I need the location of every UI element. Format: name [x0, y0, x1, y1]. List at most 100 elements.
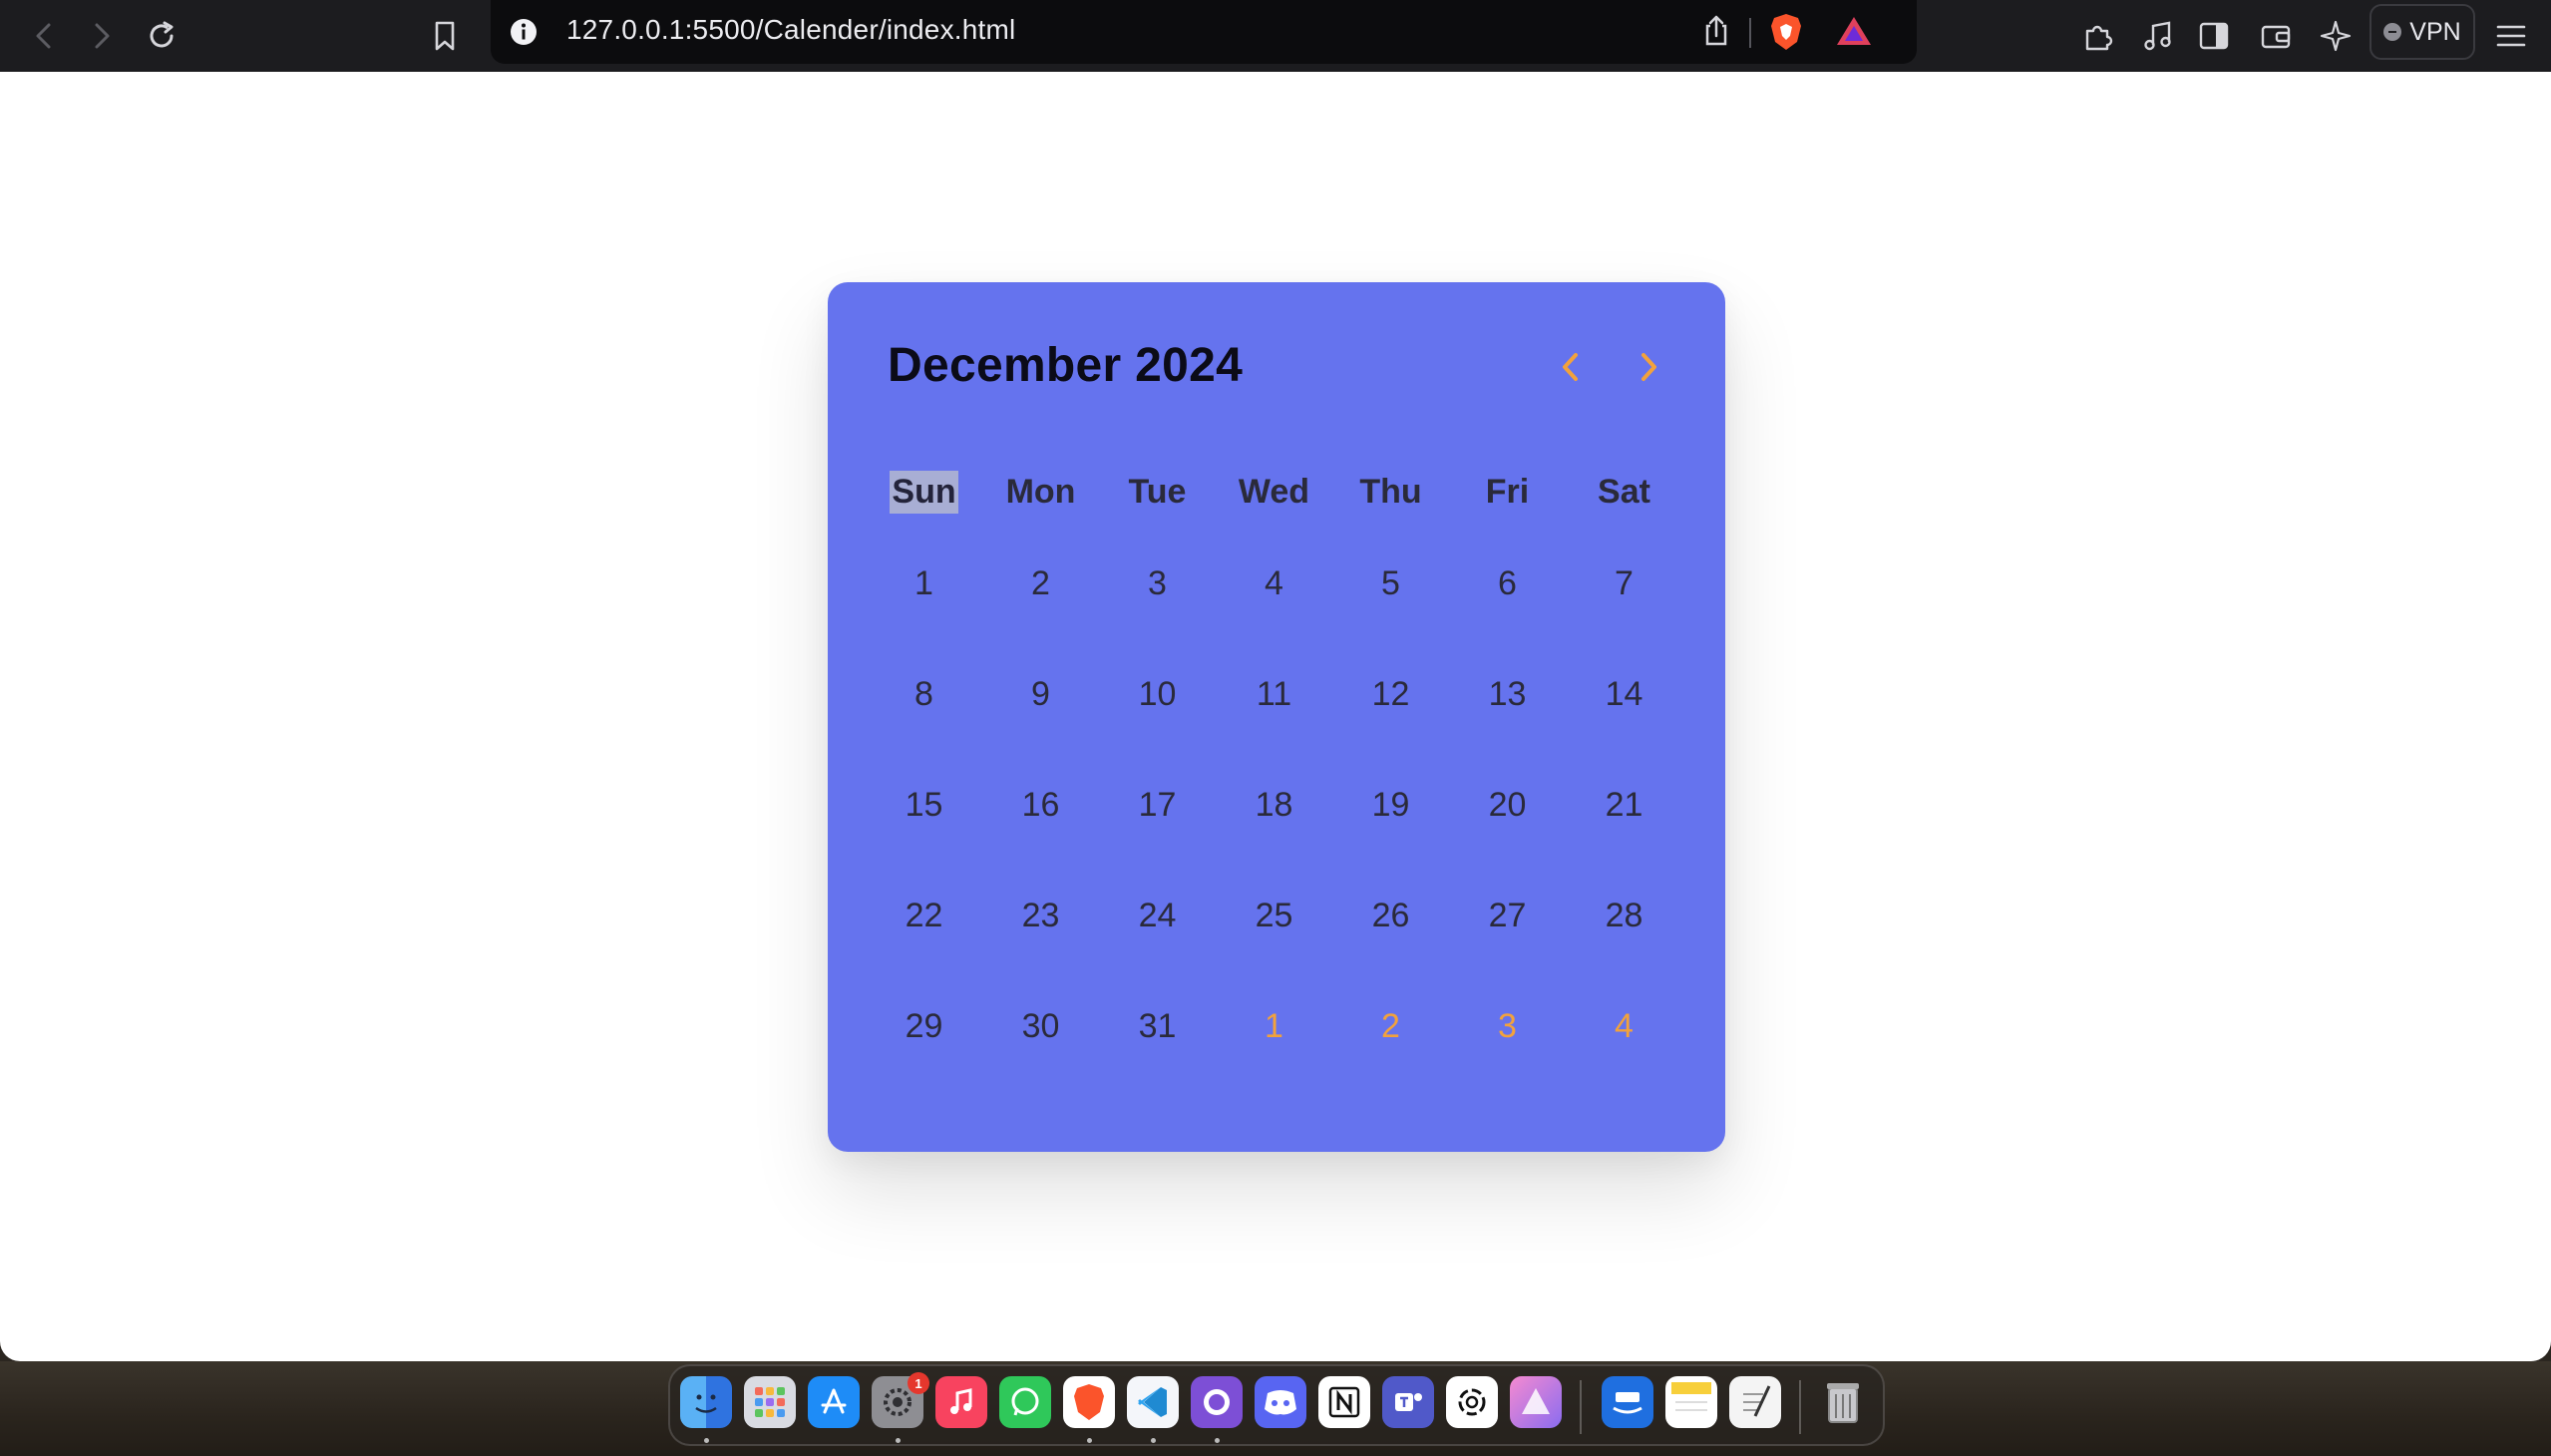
day-cell[interactable]: 27	[1449, 886, 1566, 945]
media-button[interactable]	[2134, 10, 2182, 62]
menu-button[interactable]	[2487, 10, 2535, 62]
day-cell[interactable]: 19	[1332, 775, 1449, 835]
day-cell-next-month[interactable]: 3	[1449, 996, 1566, 1056]
vpn-label: VPN	[2409, 17, 2461, 46]
dock-brave[interactable]	[1063, 1376, 1115, 1428]
day-cell[interactable]: 14	[1566, 664, 1682, 724]
day-cell[interactable]: 15	[866, 775, 982, 835]
dock-app-store[interactable]	[808, 1376, 860, 1428]
day-cell[interactable]: 10	[1099, 664, 1216, 724]
day-cell[interactable]: 29	[866, 996, 982, 1056]
textedit-icon	[1743, 1385, 1771, 1417]
vscode-icon	[1138, 1387, 1167, 1417]
running-indicator	[896, 1438, 901, 1443]
day-cell[interactable]: 17	[1099, 775, 1216, 835]
dock-finder[interactable]	[680, 1376, 732, 1428]
dock-whatsapp[interactable]	[999, 1376, 1051, 1428]
reload-icon	[150, 21, 174, 48]
dock-notes[interactable]	[1665, 1376, 1717, 1428]
dock-chatgpt[interactable]	[1446, 1376, 1498, 1428]
site-info-icon[interactable]	[509, 17, 539, 47]
day-cell[interactable]: 9	[982, 664, 1099, 724]
trash-icon	[1827, 1383, 1859, 1423]
reload-button[interactable]	[136, 10, 187, 62]
day-cell[interactable]: 5	[1332, 553, 1449, 613]
address-bar[interactable]: 127.0.0.1:5500/Calender/index.html	[491, 0, 1917, 64]
back-button[interactable]	[18, 10, 70, 62]
day-cell[interactable]: 20	[1449, 775, 1566, 835]
whatsapp-icon	[1011, 1387, 1039, 1416]
day-cell[interactable]: 12	[1332, 664, 1449, 724]
dock-teams[interactable]	[1382, 1376, 1434, 1428]
day-cell[interactable]: 28	[1566, 886, 1682, 945]
day-cell[interactable]: 3	[1099, 553, 1216, 613]
dock-separator	[1799, 1380, 1801, 1434]
day-cell[interactable]: 6	[1449, 553, 1566, 613]
day-cell[interactable]: 21	[1566, 775, 1682, 835]
weekday-wed: Wed	[1238, 472, 1310, 511]
share-icon[interactable]	[1701, 14, 1731, 48]
next-month-button[interactable]	[1626, 342, 1671, 392]
brave-rewards-icon[interactable]	[1835, 14, 1873, 48]
day-cell-next-month[interactable]: 1	[1216, 996, 1332, 1056]
day-cell[interactable]: 22	[866, 886, 982, 945]
extensions-button[interactable]	[2074, 10, 2122, 62]
bookmark-button[interactable]	[419, 10, 471, 62]
dock-github-desktop[interactable]	[1191, 1376, 1243, 1428]
day-cell[interactable]: 23	[982, 886, 1099, 945]
dock-vscode[interactable]	[1127, 1376, 1179, 1428]
day-cell[interactable]: 26	[1332, 886, 1449, 945]
day-cell[interactable]: 24	[1099, 886, 1216, 945]
brave-shields-icon[interactable]	[1767, 12, 1805, 52]
sidebar-button[interactable]	[2190, 10, 2238, 62]
day-cell[interactable]: 25	[1216, 886, 1332, 945]
dock-prime-video[interactable]	[1602, 1376, 1653, 1428]
dock-textedit[interactable]	[1729, 1376, 1781, 1428]
running-indicator	[704, 1438, 709, 1443]
dock-music[interactable]	[935, 1376, 987, 1428]
day-cell[interactable]: 1	[866, 553, 982, 613]
sidebar-icon	[2199, 22, 2229, 50]
day-cell[interactable]: 30	[982, 996, 1099, 1056]
day-cell-next-month[interactable]: 4	[1566, 996, 1682, 1056]
prev-month-button[interactable]	[1548, 342, 1594, 392]
dock-launchpad[interactable]	[744, 1376, 796, 1428]
forward-button[interactable]	[76, 10, 128, 62]
dock-notion[interactable]	[1318, 1376, 1370, 1428]
wallet-button[interactable]	[2252, 10, 2300, 62]
dock-trash[interactable]	[1817, 1376, 1869, 1428]
chevron-right-icon	[95, 23, 110, 49]
notification-badge: 1	[908, 1372, 929, 1394]
chevron-left-icon	[36, 23, 51, 49]
finder-icon	[695, 1394, 717, 1413]
dock-separator	[1580, 1380, 1582, 1434]
week-row: 8 9 10 11 12 13 14	[866, 664, 1683, 724]
day-cell[interactable]: 11	[1216, 664, 1332, 724]
day-cell[interactable]: 31	[1099, 996, 1216, 1056]
dock-system-settings[interactable]: 1	[872, 1372, 929, 1428]
leo-ai-button[interactable]	[2312, 10, 2360, 62]
day-cell[interactable]: 7	[1566, 553, 1682, 613]
week-row: 22 23 24 25 26 27 28	[866, 886, 1683, 945]
running-indicator	[1087, 1438, 1092, 1443]
url-text: 127.0.0.1:5500/Calender/index.html	[566, 14, 1016, 45]
day-cell[interactable]: 4	[1216, 553, 1332, 613]
day-cell[interactable]: 16	[982, 775, 1099, 835]
day-cell[interactable]: 13	[1449, 664, 1566, 724]
day-cell[interactable]: 18	[1216, 775, 1332, 835]
vpn-status-icon	[2383, 23, 2402, 41]
teams-icon	[1395, 1393, 1422, 1411]
page-content: December 2024 Sun Mon Tue Wed Thu Fri Sa…	[0, 72, 2551, 1361]
dock-affinity[interactable]	[1510, 1376, 1562, 1428]
wallet-icon	[2261, 25, 2291, 49]
calendar-month-title: December 2024	[888, 339, 1244, 392]
day-cell[interactable]: 8	[866, 664, 982, 724]
notes-icon	[1671, 1382, 1711, 1411]
day-cell-next-month[interactable]: 2	[1332, 996, 1449, 1056]
weekday-sat: Sat	[1598, 472, 1650, 511]
day-cell[interactable]: 2	[982, 553, 1099, 613]
vpn-button[interactable]: VPN	[2369, 4, 2475, 60]
puzzle-icon	[2085, 25, 2113, 51]
dock-discord[interactable]	[1255, 1376, 1306, 1428]
weekday-thu: Thu	[1359, 472, 1422, 511]
